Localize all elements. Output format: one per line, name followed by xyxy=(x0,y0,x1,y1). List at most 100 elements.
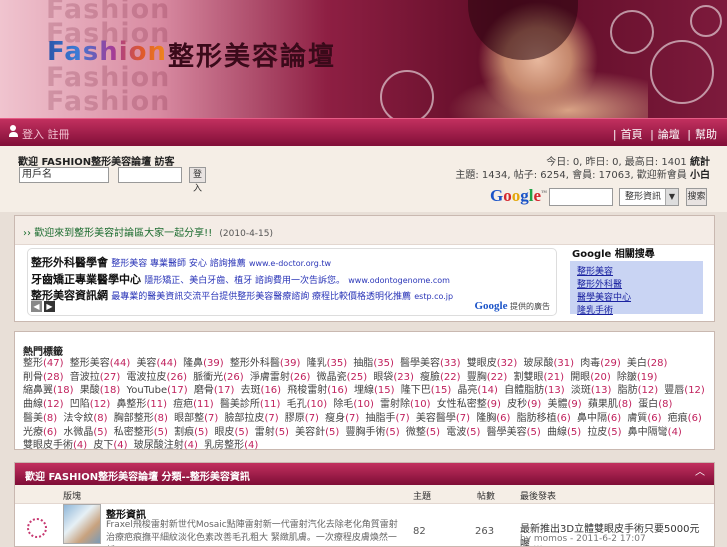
nav-home-link[interactable]: 首頁 xyxy=(621,128,643,141)
username-input[interactable]: 用戶名 xyxy=(19,167,109,183)
tag-name[interactable]: 美容醫學 xyxy=(416,413,456,424)
tag-name[interactable]: 臉部拉皮 xyxy=(224,413,264,424)
tag-name[interactable]: 法令紋 xyxy=(63,413,93,424)
ad-next-icon[interactable]: ▶ xyxy=(44,301,55,312)
tag-name[interactable]: 隆下巴 xyxy=(401,385,431,396)
tag-name[interactable]: 音波拉 xyxy=(70,372,100,383)
ad-item[interactable]: 整形外科醫學會 整形美容 專業醫師 安心 諮詢推薦 www.e-doctor.o… xyxy=(31,254,331,270)
tag-name[interactable]: 乳房整形 xyxy=(204,440,244,451)
tag-item[interactable]: 脂肪(12) xyxy=(618,385,659,396)
tag-name[interactable]: 抽脂 xyxy=(353,358,373,369)
tag-name[interactable]: 鼻中隔 xyxy=(577,413,607,424)
tag-name[interactable]: YouTube xyxy=(126,385,167,396)
tag-item[interactable]: 豐唇(12) xyxy=(664,385,705,396)
tag-item[interactable]: 果酸(18) xyxy=(80,385,121,396)
tag-name[interactable]: 電波 xyxy=(446,427,466,438)
tag-item[interactable]: 肉毒(29) xyxy=(580,358,621,369)
tag-name[interactable]: 私密整形 xyxy=(114,427,154,438)
tag-name[interactable]: 疤痕 xyxy=(668,413,688,424)
tag-item[interactable]: 縮鼻翼(18) xyxy=(23,385,74,396)
tag-name[interactable]: 蘋果肌 xyxy=(588,399,618,410)
forum-thumbnail[interactable] xyxy=(63,504,101,544)
tag-item[interactable]: 除皺(19) xyxy=(617,372,658,383)
tag-item[interactable]: 凹陷(12) xyxy=(70,399,111,410)
tag-item[interactable]: 痘疤(11) xyxy=(173,399,214,410)
nav-help-link[interactable]: 幫助 xyxy=(695,128,717,141)
related-search-link[interactable]: 隆乳手術 xyxy=(577,303,613,316)
tag-item[interactable]: 脈衝光(26) xyxy=(193,372,244,383)
tag-item[interactable]: 鼻中隔(6) xyxy=(577,413,621,424)
tag-name[interactable]: 自體脂肪 xyxy=(504,385,544,396)
tag-item[interactable]: 私密整形(5) xyxy=(114,427,168,438)
login-button[interactable]: 登入 xyxy=(189,167,206,194)
tag-name[interactable]: 微整 xyxy=(406,427,426,438)
tag-name[interactable]: 割雙眼 xyxy=(513,372,543,383)
tag-name[interactable]: 豐唇 xyxy=(664,385,684,396)
tag-item[interactable]: 光療(6) xyxy=(23,427,57,438)
tag-name[interactable]: 蛋白 xyxy=(638,399,658,410)
tag-name[interactable]: 美容針 xyxy=(295,427,325,438)
tag-item[interactable]: 整形外科醫(39) xyxy=(230,358,301,369)
logo-fashion[interactable]: Fashion xyxy=(47,37,167,67)
tag-name[interactable]: 除毛 xyxy=(333,399,353,410)
tag-name[interactable]: 鼻中隔彎 xyxy=(628,427,668,438)
tag-item[interactable]: 乳房整形(4) xyxy=(204,440,258,451)
tag-item[interactable]: 鼻中隔彎(4) xyxy=(628,427,682,438)
tag-name[interactable]: 淡斑 xyxy=(571,385,591,396)
tag-item[interactable]: 除毛(10) xyxy=(333,399,374,410)
tag-item[interactable]: 埋線(15) xyxy=(354,385,395,396)
tag-name[interactable]: 雙眼皮手術 xyxy=(23,440,73,451)
tag-item[interactable]: 毛孔(10) xyxy=(287,399,328,410)
tag-name[interactable]: 除皺 xyxy=(617,372,637,383)
tag-name[interactable]: 豐胸 xyxy=(467,372,487,383)
ad-title[interactable]: 整形外科醫學會 xyxy=(31,256,108,269)
tag-item[interactable]: 美容針(5) xyxy=(295,427,339,438)
tag-name[interactable]: 晶亮 xyxy=(457,385,477,396)
tag-name[interactable]: 雷射除 xyxy=(380,399,410,410)
tag-item[interactable]: 瘦身(7) xyxy=(325,413,359,424)
tag-item[interactable]: 疤痕(6) xyxy=(668,413,702,424)
tag-item[interactable]: 曲線(12) xyxy=(23,399,64,410)
tag-name[interactable]: 磨骨 xyxy=(194,385,214,396)
tag-name[interactable]: 拉皮 xyxy=(587,427,607,438)
tag-name[interactable]: 水微晶 xyxy=(63,427,93,438)
tag-item[interactable]: 音波拉(27) xyxy=(70,372,121,383)
tag-item[interactable]: 皮秒(9) xyxy=(507,399,541,410)
tag-name[interactable]: 開眼 xyxy=(570,372,590,383)
login-register-link[interactable]: 登入 註冊 xyxy=(22,126,70,142)
tag-name[interactable]: 雷射 xyxy=(255,427,275,438)
tag-item[interactable]: 臉部拉皮(7) xyxy=(224,413,278,424)
ad-title[interactable]: 整形美容資訊網 xyxy=(31,289,108,302)
related-search-link[interactable]: 醫學美容中心 xyxy=(577,290,631,303)
tag-item[interactable]: 電波拉皮(26) xyxy=(126,372,187,383)
password-input[interactable] xyxy=(118,167,182,183)
nav-forum-link[interactable]: 論壇 xyxy=(658,128,680,141)
tag-item[interactable]: 自體脂肪(13) xyxy=(504,385,565,396)
tag-item[interactable]: 膠原(7) xyxy=(285,413,319,424)
tag-name[interactable]: 整形 xyxy=(23,358,43,369)
tag-name[interactable]: 凹陷 xyxy=(70,399,90,410)
tag-name[interactable]: 縮鼻翼 xyxy=(23,385,53,396)
tag-name[interactable]: 埋線 xyxy=(354,385,374,396)
ad-item[interactable]: 整形美容資訊網 最專業的醫美資訊交流平台提供整形美容醫療諮詢 療程比較價格透明化… xyxy=(31,287,453,303)
tag-name[interactable]: 肉毒 xyxy=(580,358,600,369)
tag-item[interactable]: 開眼(20) xyxy=(570,372,611,383)
tag-name[interactable]: 整形美容 xyxy=(70,358,110,369)
tag-item[interactable]: 眼部整(7) xyxy=(174,413,218,424)
tag-name[interactable]: 抽脂手 xyxy=(366,413,396,424)
ad-title[interactable]: 牙齒矯正專業醫學中心 xyxy=(31,273,141,286)
tag-item[interactable]: YouTube(17) xyxy=(126,385,187,396)
tag-name[interactable]: 毛孔 xyxy=(287,399,307,410)
tag-item[interactable]: 豐胸(22) xyxy=(467,372,508,383)
tag-item[interactable]: 眼皮(5) xyxy=(214,427,248,438)
tag-name[interactable]: 眼部整 xyxy=(174,413,204,424)
tag-name[interactable]: 胸部整形 xyxy=(114,413,154,424)
tag-item[interactable]: 胸部整形(8) xyxy=(114,413,168,424)
tag-name[interactable]: 鼻整形 xyxy=(116,399,146,410)
tag-item[interactable]: 去斑(16) xyxy=(241,385,282,396)
tag-item[interactable]: 晶亮(14) xyxy=(457,385,498,396)
tag-name[interactable]: 美容 xyxy=(136,358,156,369)
tag-name[interactable]: 果酸 xyxy=(80,385,100,396)
ad-prev-icon[interactable]: ◀ xyxy=(31,301,42,312)
tag-item[interactable]: 蛋白(8) xyxy=(638,399,672,410)
